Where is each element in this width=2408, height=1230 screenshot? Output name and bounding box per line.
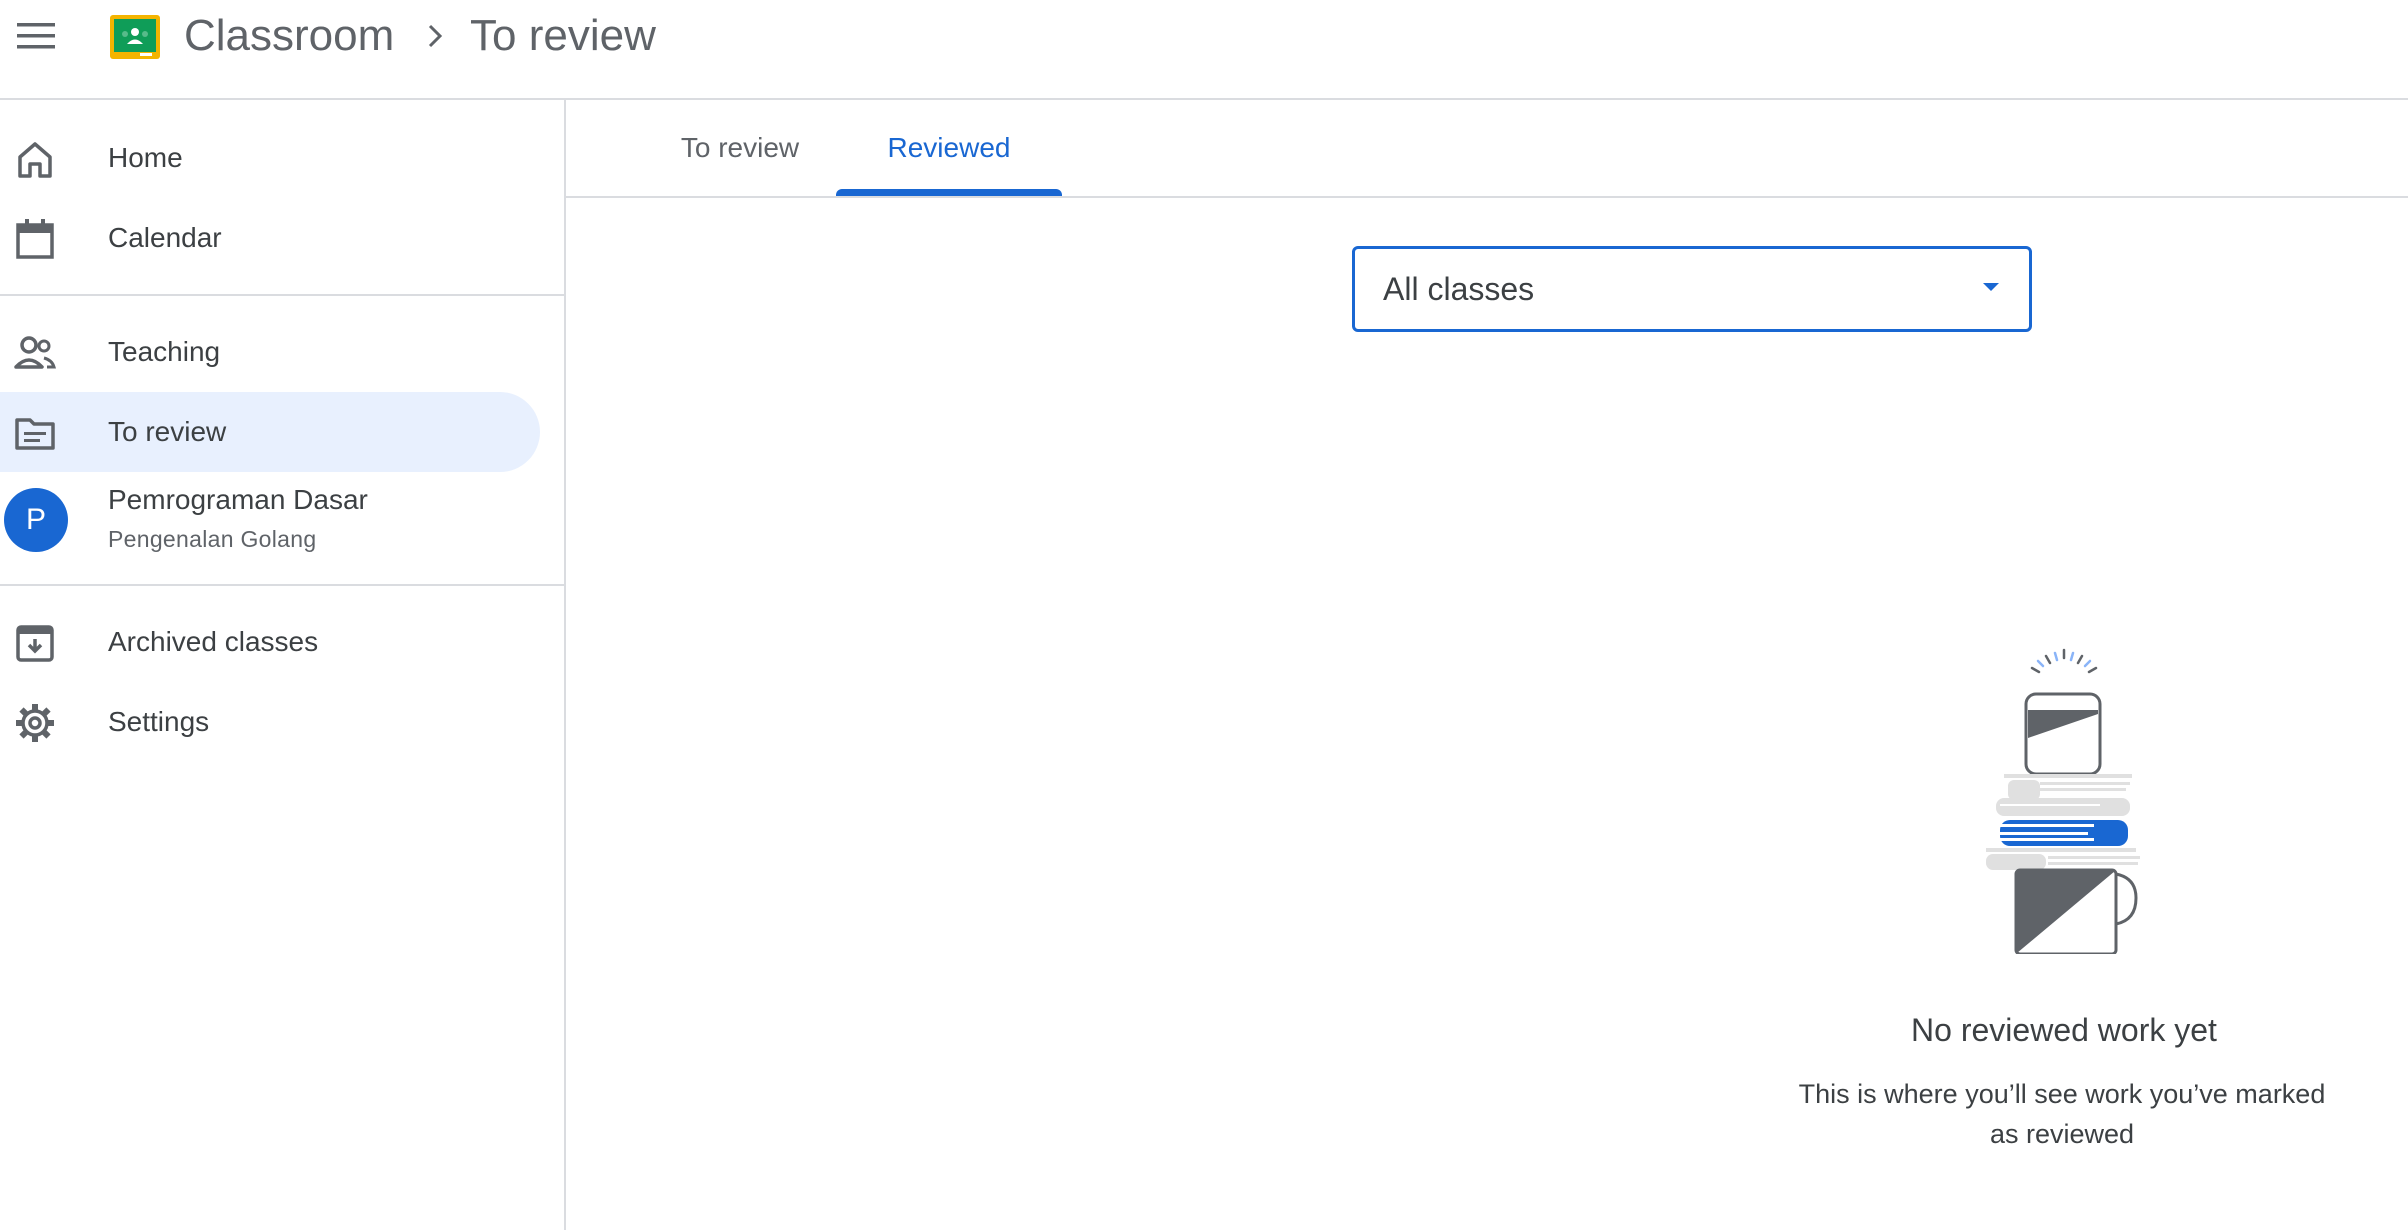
sidebar-item-archived-classes[interactable]: Archived classes (0, 602, 540, 682)
archive-icon (16, 625, 54, 662)
sidebar-item-home[interactable]: Home (0, 118, 540, 198)
tab-to-review[interactable]: To review (660, 100, 820, 196)
dropdown-arrow-icon (1983, 283, 1999, 291)
empty-state-description: This is where you’ll see work you’ve mar… (1798, 1079, 2326, 1149)
app-title[interactable]: Classroom (184, 6, 394, 66)
home-icon (18, 142, 52, 178)
tab-label: To review (680, 132, 800, 163)
hamburger-menu-icon (17, 23, 55, 49)
gear-icon (16, 704, 54, 742)
sidebar-item-label: Teaching (108, 336, 221, 367)
sidebar-item-calendar[interactable]: Calendar (0, 198, 540, 278)
tab-active-indicator (836, 189, 1062, 196)
calendar-icon (16, 219, 54, 259)
sidebar-item-class-pemrograman-dasar[interactable]: P Pemrograman Dasar Pengenalan Golang (0, 478, 540, 562)
class-name: Pemrograman Dasar (108, 484, 368, 515)
class-filter-value: All classes (1383, 271, 1535, 307)
sidebar-divider (0, 584, 564, 586)
breadcrumb-current-page: To review (470, 11, 656, 60)
classroom-logo-icon[interactable] (110, 15, 160, 59)
sidebar-divider (0, 294, 564, 296)
top-app-bar: Classroom To review (0, 0, 2408, 100)
class-filter-select[interactable]: All classes (1352, 246, 2032, 332)
sidebar-item-label: Archived classes (108, 626, 319, 657)
sidebar: Home Calendar Teaching To review P Pemro… (0, 100, 566, 1230)
sidebar-item-label: Home (108, 142, 183, 173)
tab-label: Reviewed (887, 132, 1011, 163)
empty-state-title: No reviewed work yet (1911, 1012, 2217, 1048)
sidebar-item-teaching[interactable]: Teaching (0, 312, 540, 392)
main-menu-button[interactable] (14, 14, 58, 58)
stacked-papers-coffee-mug-illustration (1986, 648, 2140, 954)
breadcrumb-chevron-icon (428, 24, 443, 48)
review-tabs: To review Reviewed (566, 100, 2408, 198)
tab-reviewed[interactable]: Reviewed (836, 100, 1062, 196)
sidebar-item-settings[interactable]: Settings (0, 682, 540, 762)
sidebar-item-label: To review (108, 416, 227, 447)
class-avatar: P (4, 488, 68, 552)
sidebar-item-label: Settings (108, 706, 210, 737)
class-section: Pengenalan Golang (108, 526, 317, 552)
review-folder-icon (15, 418, 55, 450)
sidebar-item-label: Calendar (108, 222, 222, 253)
people-icon (14, 336, 56, 369)
sidebar-item-to-review[interactable]: To review (0, 392, 540, 472)
